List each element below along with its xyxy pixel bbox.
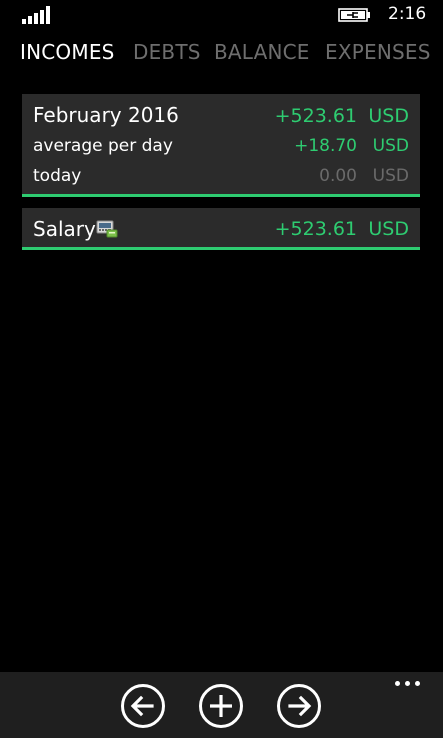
total-currency: USD (368, 105, 409, 127)
average-value: +18.70 (294, 136, 357, 156)
today-label: today (33, 166, 82, 186)
today-row: today 0.00 USD (33, 166, 409, 190)
entry-currency: USD (368, 218, 409, 240)
battery-charging-icon (338, 8, 370, 22)
more-dots-icon[interactable] (395, 678, 421, 688)
entry-amount: +523.61 (274, 218, 357, 240)
tab-incomes[interactable]: INCOMES (20, 40, 115, 64)
tab-debts[interactable]: DEBTS (133, 40, 201, 64)
total-value: +523.61 (274, 105, 357, 127)
summary-total-row: February 2016 +523.61 USD (33, 103, 409, 131)
signal-icon (22, 6, 50, 24)
app-screen: 2:16 INCOMES DEBTS BALANCE EXPENSES Febr… (0, 0, 443, 738)
tab-expenses[interactable]: EXPENSES (325, 40, 431, 64)
add-icon[interactable] (198, 683, 244, 729)
average-currency: USD (372, 136, 409, 156)
today-currency: USD (372, 166, 409, 186)
today-value: 0.00 (319, 166, 357, 186)
entry-name: Salary (33, 217, 96, 241)
forward-arrow-icon[interactable] (276, 683, 322, 729)
status-bar: 2:16 (0, 0, 443, 32)
app-bar (0, 672, 443, 738)
average-label: average per day (33, 136, 173, 156)
period-label: February 2016 (33, 103, 179, 127)
status-time: 2:16 (388, 4, 427, 24)
list-item[interactable]: Salary +523.61 USD (22, 208, 420, 250)
tab-balance[interactable]: BALANCE (214, 40, 310, 64)
average-row: average per day +18.70 USD (33, 136, 409, 160)
pivot-header: INCOMES DEBTS BALANCE EXPENSES (20, 40, 443, 70)
summary-card[interactable]: February 2016 +523.61 USD average per da… (22, 94, 420, 197)
back-arrow-icon[interactable] (120, 683, 166, 729)
entry-row: Salary +523.61 USD (33, 217, 409, 243)
payment-terminal-icon (96, 220, 118, 238)
